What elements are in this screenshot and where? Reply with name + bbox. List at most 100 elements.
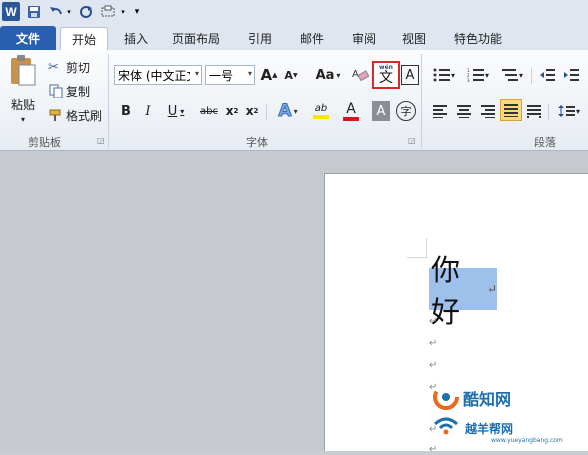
paragraph-mark-icon: ↵ bbox=[429, 316, 438, 327]
character-shading-icon: A bbox=[376, 103, 386, 119]
font-color-icon: A bbox=[346, 100, 356, 117]
font-name-value: 宋体 (中文正文 bbox=[118, 68, 190, 83]
align-left-button[interactable] bbox=[430, 101, 450, 121]
document-area: 你好 ↵ ↵ ↵ ↵ ↵ ↵ ↵ 酷知网 越羊帮网 www.yueyangbang… bbox=[0, 151, 588, 455]
line-spacing-button[interactable]: ▾ bbox=[554, 101, 584, 121]
paragraph-mark-icon: ↵ bbox=[486, 282, 497, 296]
font-name-combo[interactable]: 宋体 (中文正文 ▾ bbox=[114, 65, 202, 85]
tab-insert[interactable]: 插入 bbox=[118, 27, 154, 50]
shrink-font-button[interactable]: A ▼ bbox=[282, 65, 300, 85]
paste-button[interactable]: 粘贴 ▾ bbox=[6, 54, 40, 130]
subscript-icon: x bbox=[225, 104, 234, 118]
group-divider bbox=[421, 54, 422, 148]
distributed-button[interactable] bbox=[524, 101, 544, 121]
justify-button[interactable] bbox=[500, 99, 522, 121]
decrease-indent-button[interactable] bbox=[538, 66, 558, 84]
tab-mailings[interactable]: 邮件 bbox=[294, 27, 330, 50]
align-center-icon bbox=[457, 105, 471, 118]
cut-button[interactable]: ✂ 剪切 bbox=[48, 58, 90, 76]
watermark-logo-icon bbox=[433, 384, 459, 410]
tab-home[interactable]: 开始 bbox=[60, 27, 108, 51]
font-row-divider bbox=[266, 104, 267, 120]
font-dialog-launcher-icon[interactable]: ◲ bbox=[408, 136, 416, 145]
tab-references[interactable]: 引用 bbox=[242, 27, 278, 50]
phonetic-guide-button[interactable]: wén 文 bbox=[372, 61, 400, 89]
format-painter-button[interactable]: 格式刷 bbox=[48, 106, 102, 124]
paragraph-group-label: 段落 bbox=[534, 136, 556, 149]
superscript-button[interactable]: x2 bbox=[244, 101, 260, 121]
paste-icon bbox=[11, 55, 36, 86]
underline-button[interactable]: U ▾ bbox=[162, 101, 190, 121]
highlight-button[interactable]: ab bbox=[306, 100, 336, 122]
copy-label: 复制 bbox=[66, 84, 91, 99]
undo-icon[interactable] bbox=[48, 3, 64, 21]
strikethrough-icon: abc bbox=[200, 105, 218, 117]
multilevel-list-dropdown-icon: ▾ bbox=[518, 70, 523, 80]
character-shading-button[interactable]: A bbox=[372, 101, 390, 121]
copy-button[interactable]: 复制 bbox=[48, 82, 90, 100]
enclose-characters-button[interactable]: 字 bbox=[396, 101, 416, 121]
svg-text:A: A bbox=[352, 69, 359, 80]
tab-special-features[interactable]: 特色功能 bbox=[448, 27, 508, 50]
format-painter-label: 格式刷 bbox=[66, 108, 103, 123]
scissors-icon: ✂ bbox=[48, 59, 59, 75]
numbering-button[interactable]: 123 ▾ bbox=[464, 66, 492, 84]
redo-icon[interactable] bbox=[78, 3, 94, 21]
text-effects-icon: A bbox=[278, 101, 292, 122]
multilevel-list-button[interactable]: ▾ bbox=[498, 66, 526, 84]
tab-view[interactable]: 视图 bbox=[396, 27, 432, 50]
enclose-characters-icon: 字 bbox=[400, 105, 412, 118]
character-border-button[interactable]: A bbox=[401, 65, 419, 85]
strikethrough-button[interactable]: abc bbox=[198, 101, 220, 121]
subscript-button[interactable]: x2 bbox=[224, 101, 240, 121]
text-effects-button[interactable]: A ▾ bbox=[274, 100, 302, 122]
undo-dropdown-icon[interactable]: ▾ bbox=[65, 3, 73, 21]
font-size-dropdown-icon: ▾ bbox=[247, 69, 252, 78]
document-page[interactable]: 你好 ↵ ↵ ↵ ↵ ↵ ↵ ↵ 酷知网 越羊帮网 www.yueyangbang… bbox=[324, 173, 588, 455]
paragraph-row-divider bbox=[531, 68, 532, 84]
bold-button[interactable]: B bbox=[118, 101, 134, 121]
font-size-value: 一号 bbox=[209, 68, 234, 83]
paragraph-row-divider bbox=[548, 104, 549, 120]
clear-formatting-button[interactable]: A bbox=[350, 63, 370, 85]
word-app-icon[interactable]: W bbox=[2, 2, 20, 21]
numbering-icon: 123 bbox=[467, 68, 484, 82]
save-icon[interactable] bbox=[26, 3, 42, 21]
selected-text[interactable]: 你好 ↵ bbox=[429, 253, 497, 329]
align-center-button[interactable] bbox=[454, 101, 474, 121]
tab-review[interactable]: 审阅 bbox=[346, 27, 382, 50]
copy-icon bbox=[49, 84, 63, 98]
tab-page-layout[interactable]: 页面布局 bbox=[168, 27, 224, 50]
bullets-button[interactable]: ▾ bbox=[430, 66, 458, 84]
italic-button[interactable]: I bbox=[140, 101, 156, 121]
font-color-button[interactable]: A bbox=[338, 100, 364, 122]
align-left-icon bbox=[433, 105, 447, 118]
line-spacing-icon bbox=[557, 105, 575, 117]
print-dropdown-icon[interactable]: ▾ bbox=[119, 3, 127, 21]
print-preview-icon[interactable] bbox=[100, 3, 118, 21]
svg-text:3: 3 bbox=[467, 78, 470, 82]
clipboard-dialog-launcher-icon[interactable]: ◲ bbox=[97, 136, 105, 145]
ribbon-home: 粘贴 ▾ ✂ 剪切 复制 格式刷 剪贴板 ◲ 宋体 (中文正文 ▾ 一号 ▾ A… bbox=[0, 50, 588, 151]
grow-font-button[interactable]: A ▲ bbox=[260, 65, 278, 85]
line-spacing-dropdown-icon: ▾ bbox=[575, 106, 580, 116]
font-name-dropdown-icon: ▾ bbox=[194, 69, 199, 78]
paragraph-mark-icon: ↵ bbox=[429, 338, 438, 349]
watermark-name: 酷知网 bbox=[463, 390, 512, 409]
superscript-icon: x bbox=[245, 104, 254, 118]
selected-text-content: 你好 bbox=[431, 253, 461, 329]
change-case-button[interactable]: Aa ▾ bbox=[312, 65, 344, 85]
watermark-url: www.yueyangbang.com bbox=[491, 437, 563, 444]
character-border-icon: A bbox=[405, 67, 415, 83]
clipboard-group-label: 剪贴板 bbox=[28, 136, 61, 149]
customize-qat-icon[interactable]: ▾ bbox=[132, 3, 142, 21]
ribbon-tabs: 文件 开始 插入 页面布局 引用 邮件 审阅 视图 特色功能 bbox=[0, 24, 588, 51]
underline-icon: U bbox=[167, 103, 178, 119]
clear-formatting-icon: A bbox=[352, 69, 369, 82]
cut-label: 剪切 bbox=[66, 60, 91, 75]
tab-file[interactable]: 文件 bbox=[0, 26, 56, 50]
increase-indent-icon bbox=[564, 69, 579, 81]
increase-indent-button[interactable] bbox=[562, 66, 582, 84]
font-size-combo[interactable]: 一号 ▾ bbox=[205, 65, 255, 85]
align-right-button[interactable] bbox=[478, 101, 498, 121]
